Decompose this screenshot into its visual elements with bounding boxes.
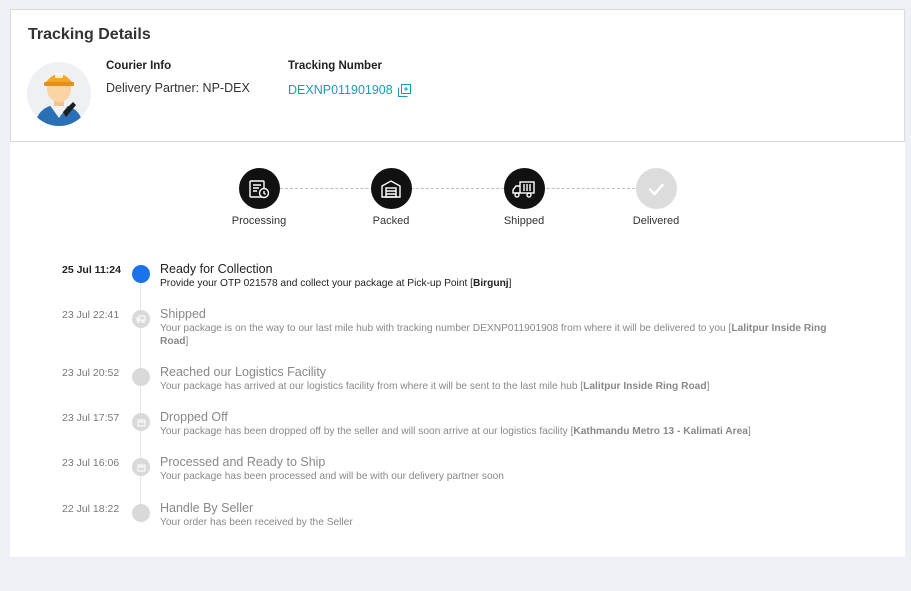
timeline-title: Shipped — [160, 307, 206, 321]
timeline-title: Processed and Ready to Ship — [160, 455, 326, 469]
step-label: Packed — [372, 215, 410, 227]
tracking-details-header: Tracking Details Courier Info Delivery P… — [10, 9, 905, 142]
step-delivered: Delivered — [611, 168, 701, 227]
courier-info-value: Delivery Partner: NP-DEX — [106, 81, 250, 95]
truck-icon — [503, 168, 545, 209]
tracking-progress-card: Processing Packed Shipped Delivered 25 J… — [10, 142, 905, 557]
step-packed: Packed — [346, 168, 436, 227]
active-status-dot-icon — [132, 265, 150, 283]
timeline-title: Handle By Seller — [160, 501, 254, 515]
timeline-title: Dropped Off — [160, 410, 228, 424]
step-label: Delivered — [632, 215, 680, 227]
timeline-description: Your order has been received by the Sell… — [160, 517, 353, 528]
copy-icon[interactable] — [397, 83, 411, 97]
timeline-date: 22 Jul 18:22 — [62, 503, 120, 515]
timeline-date: 25 Jul 11:24 — [62, 264, 121, 276]
location-name: Kathmandu Metro 13 - Kalimati Area — [573, 426, 748, 437]
step-shipped: Shipped — [479, 168, 569, 227]
location-name: Lalitpur Inside Ring Road — [583, 381, 707, 392]
invoice-clock-icon — [238, 168, 280, 209]
timeline-description: Your package is on the way to our last m… — [160, 323, 827, 347]
courier-avatar — [27, 62, 91, 126]
progress-steps: Processing Packed Shipped Delivered — [10, 168, 905, 238]
timeline-title: Ready for Collection — [160, 262, 273, 276]
timeline-date: 23 Jul 16:06 — [62, 457, 120, 469]
package-small-icon — [132, 413, 150, 431]
tracking-number-link[interactable]: DEXNP011901908 — [288, 83, 393, 97]
timeline-date: 23 Jul 22:41 — [62, 309, 120, 321]
step-label: Shipped — [503, 215, 545, 227]
timeline-title: Reached our Logistics Facility — [160, 365, 327, 379]
courier-info-label: Courier Info — [106, 60, 172, 72]
check-icon — [635, 168, 677, 209]
steps-connector — [280, 188, 640, 189]
status-dot-icon — [132, 368, 150, 386]
step-label: Processing — [231, 215, 287, 227]
timeline-date: 23 Jul 17:57 — [62, 412, 120, 424]
timeline-description: Provide your OTP 021578 and collect your… — [160, 278, 512, 289]
tracking-number-row: DEXNP011901908 — [288, 83, 411, 97]
tracking-number-label: Tracking Number — [288, 60, 382, 72]
timeline-date: 23 Jul 20:52 — [62, 367, 120, 379]
location-name: Birgunj — [472, 278, 509, 289]
timeline-description: Your package has been dropped off by the… — [160, 426, 751, 437]
status-dot-icon — [132, 504, 150, 522]
truck-small-icon — [132, 310, 150, 328]
page-title: Tracking Details — [28, 26, 151, 43]
timeline-description: Your package has been processed and will… — [160, 471, 504, 482]
package-small-icon — [132, 458, 150, 476]
timeline-description: Your package has arrived at our logistic… — [160, 381, 710, 392]
step-processing: Processing — [214, 168, 304, 227]
warehouse-icon — [370, 168, 412, 209]
